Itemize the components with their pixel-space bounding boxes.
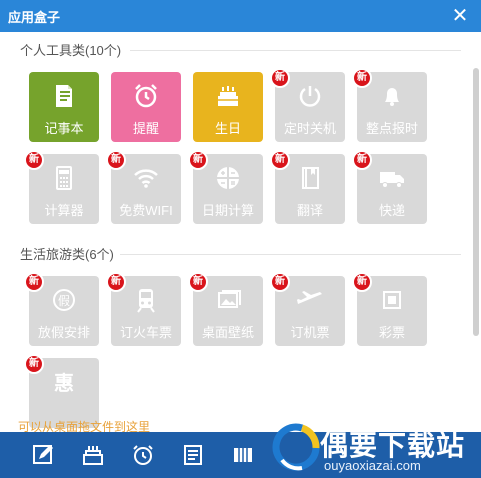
tile-holiday-schedule[interactable]: 新 假 放假安排 — [24, 272, 99, 346]
tile-label: 日期计算 — [201, 203, 254, 218]
tile-label: 生日 — [214, 121, 241, 136]
tile-label: 提醒 — [132, 121, 159, 136]
date-calc-icon — [193, 162, 263, 194]
power-icon — [275, 80, 345, 112]
document-icon[interactable] — [178, 440, 208, 470]
app-box-content: 个人工具类(10个) 记事本 提醒 生日 新 定时关机 新 整点报时 新 计算器… — [0, 32, 481, 432]
tile-reminder[interactable]: 提醒 — [111, 72, 181, 142]
alarm-clock-icon — [111, 80, 181, 112]
tile-label: 订火车票 — [119, 325, 172, 340]
alarm-clock-icon[interactable] — [128, 440, 158, 470]
truck-icon — [357, 162, 427, 194]
tile-birthday[interactable]: 生日 — [193, 72, 263, 142]
holiday-icon: 假 — [29, 284, 99, 316]
tile-label: 彩票 — [378, 325, 405, 340]
vertical-scrollbar[interactable] — [473, 68, 479, 336]
tile-timed-shutdown[interactable]: 新 定时关机 — [270, 68, 345, 142]
tile-lottery[interactable]: 新 彩票 — [352, 272, 427, 346]
tile-free-wifi[interactable]: 新 免费WIFI — [106, 150, 181, 224]
svg-text:假: 假 — [58, 294, 70, 308]
tile-label: 计算器 — [44, 203, 84, 218]
tile-label: 放假安排 — [37, 325, 90, 340]
train-icon — [111, 284, 181, 316]
section-title-life-travel: 生活旅游类(6个) — [20, 247, 114, 262]
tile-express[interactable]: 新 快递 — [352, 150, 427, 224]
calculator-icon — [29, 162, 99, 194]
edit-icon[interactable] — [28, 440, 58, 470]
tile-desktop-wallpaper[interactable]: 新 桌面壁纸 — [188, 272, 263, 346]
tile-date-calc[interactable]: 新 日期计算 — [188, 150, 263, 224]
svg-text:惠: 惠 — [54, 371, 74, 395]
birthday-cake-icon — [193, 80, 263, 112]
tile-hourly-chime[interactable]: 新 整点报时 — [352, 68, 427, 142]
discount-icon: 惠 — [29, 366, 99, 398]
tile-label: 免费WIFI — [119, 203, 173, 218]
tile-label: 记事本 — [44, 121, 84, 136]
tile-calculator[interactable]: 新 计算器 — [24, 150, 99, 224]
tile-notepad[interactable]: 记事本 — [29, 72, 99, 142]
watermark-logo-icon — [272, 423, 320, 471]
site-watermark: 偶要下载站 ouyaoxiazai.com — [268, 420, 481, 478]
bell-icon — [357, 80, 427, 112]
tile-label: 整点报时 — [365, 121, 418, 136]
birthday-cake-icon[interactable] — [78, 440, 108, 470]
tile-train-tickets[interactable]: 新 订火车票 — [106, 272, 181, 346]
book-icon — [275, 162, 345, 194]
tile-label: 订机票 — [290, 325, 330, 340]
tile-translate[interactable]: 新 翻译 — [270, 150, 345, 224]
tile-label: 定时关机 — [283, 121, 336, 136]
ticket-icon[interactable] — [228, 440, 258, 470]
section-divider — [130, 50, 461, 51]
title-bar: 应用盒子 ✕ — [0, 0, 481, 32]
airplane-icon — [275, 284, 345, 316]
tile-flight-tickets[interactable]: 新 订机票 — [270, 272, 345, 346]
section-title-personal-tools: 个人工具类(10个) — [20, 43, 122, 58]
lottery-icon — [357, 284, 427, 316]
tile-label: 快递 — [378, 203, 405, 218]
window-title: 应用盒子 — [8, 10, 61, 25]
close-icon[interactable]: ✕ — [449, 5, 471, 27]
wifi-icon — [111, 162, 181, 194]
tile-label: 桌面壁纸 — [201, 325, 254, 340]
wallpaper-icon — [193, 284, 263, 316]
notepad-icon — [29, 80, 99, 112]
watermark-site-url: ouyaoxiazai.com — [324, 458, 421, 473]
section-divider — [120, 254, 461, 255]
tile-label: 翻译 — [296, 203, 323, 218]
